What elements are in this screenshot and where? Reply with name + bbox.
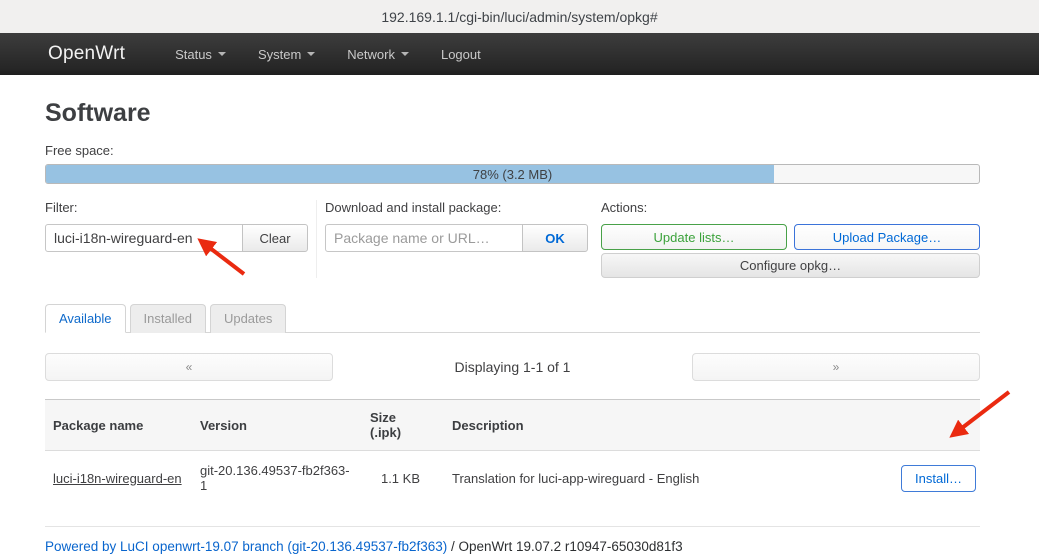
nav-system-label: System [258,47,301,62]
nav-network-label: Network [347,47,395,62]
table-header-row: Package name Version Size (.ipk) Descrip… [45,400,980,451]
chevron-down-icon [218,52,226,56]
tab-installed[interactable]: Installed [130,304,206,333]
actions-label: Actions: [601,200,980,215]
browser-url: 192.169.1.1/cgi-bin/luci/admin/system/op… [381,9,657,25]
free-space-value: 78% (3.2 MB) [46,165,979,183]
update-lists-button[interactable]: Update lists… [601,224,787,250]
nav-item-status[interactable]: Status [165,41,236,68]
install-button[interactable]: Install… [901,465,976,492]
chevron-down-icon [307,52,315,56]
nav-item-system[interactable]: System [248,41,325,68]
nav-status-label: Status [175,47,212,62]
navbar: OpenWrt Status System Network Logout [0,33,1039,75]
prev-page-button[interactable]: « [45,353,333,381]
header-version: Version [192,400,362,451]
nav-item-logout[interactable]: Logout [431,41,491,68]
package-url-input[interactable] [325,224,523,252]
configure-opkg-button[interactable]: Configure opkg… [601,253,980,278]
ok-button[interactable]: OK [522,224,588,252]
main-content: Software Free space: 78% (3.2 MB) Filter… [0,99,980,554]
tab-bar: Available Installed Updates [45,303,980,333]
package-version: git-20.136.49537-fb2f363-1 [192,451,362,506]
table-row: luci-i18n-wireguard-en git-20.136.49537-… [45,451,980,506]
download-label: Download and install package: [325,200,593,215]
chevron-down-icon [401,52,409,56]
package-name-link[interactable]: luci-i18n-wireguard-en [53,471,182,486]
footer-divider [45,526,980,527]
next-page-button[interactable]: » [692,353,980,381]
free-space-label: Free space: [45,143,980,158]
nav-logout-label: Logout [441,47,481,62]
header-description: Description [428,400,893,451]
header-action [893,400,980,451]
package-description: Translation for luci-app-wireguard - Eng… [428,451,893,506]
actions-section: Actions: Update lists… Upload Package… C… [601,200,980,278]
tab-updates[interactable]: Updates [210,304,286,333]
footer: Powered by LuCI openwrt-19.07 branch (gi… [45,539,980,554]
filter-label: Filter: [45,200,310,215]
filter-input[interactable] [45,224,243,252]
header-size: Size (.ipk) [362,400,428,451]
upload-package-button[interactable]: Upload Package… [794,224,980,250]
openwrt-logo: OpenWrt [48,43,125,65]
controls-row: Filter: Clear Download and install packa… [45,200,980,278]
powered-by-luci-link[interactable]: Powered by LuCI openwrt-19.07 branch (gi… [45,539,447,554]
filter-section: Filter: Clear [45,200,317,278]
footer-version-text: / OpenWrt 19.07.2 r10947-65030d81f3 [447,539,682,554]
package-table: Package name Version Size (.ipk) Descrip… [45,399,980,505]
package-size: 1.1 KB [362,451,428,506]
nav-item-network[interactable]: Network [337,41,419,68]
pagination: « Displaying 1-1 of 1 » [45,353,980,381]
page-title: Software [45,99,980,128]
download-section: Download and install package: OK [325,200,593,278]
tab-available[interactable]: Available [45,304,126,333]
free-space-progressbar: 78% (3.2 MB) [45,164,980,184]
clear-button[interactable]: Clear [242,224,308,252]
header-package-name: Package name [45,400,192,451]
pagination-status: Displaying 1-1 of 1 [333,359,692,375]
browser-address-bar[interactable]: 192.169.1.1/cgi-bin/luci/admin/system/op… [0,0,1039,33]
